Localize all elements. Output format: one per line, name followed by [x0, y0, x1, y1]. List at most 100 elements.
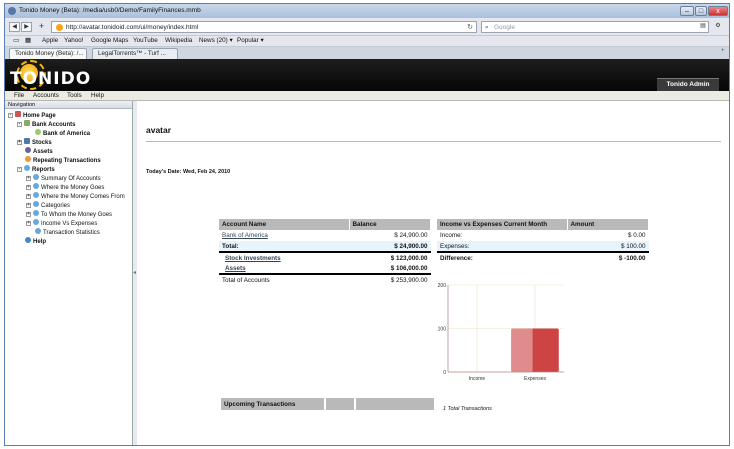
income-label: Income:: [440, 232, 463, 239]
bookmark-popular[interactable]: Popular ▾: [237, 36, 264, 46]
account-link[interactable]: Bank of America: [219, 230, 349, 241]
admin-button[interactable]: Tonido Admin: [657, 78, 719, 91]
account-link[interactable]: Assets: [219, 263, 349, 275]
nav-bank-accounts[interactable]: - Bank Accounts: [17, 120, 75, 129]
bookmark-wikipedia[interactable]: Wikipedia: [165, 36, 192, 46]
nav-report-income-expenses[interactable]: + Income Vs Expenses: [26, 219, 97, 228]
menu-help[interactable]: Help: [91, 91, 104, 101]
tab-tonido-money[interactable]: Tonido Money (Beta): /...: [9, 48, 87, 59]
nav-stocks[interactable]: + Stocks: [17, 138, 52, 147]
reader-icon[interactable]: ▭: [13, 36, 19, 46]
assets-icon: [25, 147, 31, 153]
bookmark-news[interactable]: News (20) ▾: [199, 36, 233, 46]
tools-menu-icon[interactable]: ⚙: [711, 22, 725, 32]
search-placeholder: Google: [494, 24, 515, 31]
col-blank-1: [325, 398, 356, 410]
expand-icon[interactable]: +: [26, 176, 31, 181]
url-bar[interactable]: http://avatar.tonidoid.com/ui/money/inde…: [51, 21, 477, 33]
collapse-icon[interactable]: -: [17, 122, 22, 127]
collapse-arrow-icon[interactable]: ◂: [133, 269, 136, 276]
add-bookmark-icon[interactable]: +: [36, 22, 47, 32]
chart-icon: [24, 138, 30, 144]
window-title: Tonido Money (Beta): /media/usb0/Demo/Fa…: [19, 7, 201, 14]
nav-repeating-transactions[interactable]: Repeating Transactions: [25, 156, 101, 165]
nav-help[interactable]: Help: [25, 237, 46, 246]
nav-report-categories[interactable]: + Categories: [26, 201, 70, 210]
expand-icon[interactable]: +: [26, 203, 31, 208]
difference-label: Difference:: [440, 254, 473, 262]
account-balance: $ 106,000.00: [349, 263, 431, 275]
nav-assets[interactable]: Assets: [25, 147, 53, 156]
nav-reports[interactable]: - Reports: [17, 165, 55, 174]
table-row: Difference: $ -100.00: [437, 252, 649, 263]
bookmark-yahoo[interactable]: Yahoo!: [64, 36, 84, 46]
nav-report-statistics[interactable]: Transaction Statistics: [35, 228, 100, 237]
url-text: http://avatar.tonidoid.com/ui/money/inde…: [66, 24, 199, 31]
collapse-icon[interactable]: -: [8, 113, 13, 118]
account-icon: [35, 129, 41, 135]
main-content: avatar Today's Date: Wed, Feb 24, 2010 A…: [137, 101, 729, 445]
col-amount: Amount: [567, 219, 649, 230]
expand-icon[interactable]: +: [26, 221, 31, 226]
expand-icon[interactable]: +: [26, 194, 31, 199]
close-button[interactable]: x: [708, 6, 728, 16]
nav-report-to-whom[interactable]: + To Whom the Money Goes: [26, 210, 112, 219]
total-label: Total:: [219, 241, 349, 253]
nav-home[interactable]: - Home Page: [8, 111, 56, 120]
y-tick-label: 100: [438, 327, 447, 333]
col-upcoming-transactions: Upcoming Transactions: [221, 398, 326, 410]
collapse-icon[interactable]: -: [17, 167, 22, 172]
bank-icon: [24, 120, 30, 126]
nav-report-money-comes[interactable]: + Where the Money Comes From: [26, 192, 125, 201]
total-accounts-label: Total of Accounts: [222, 276, 270, 284]
table-row: Expenses: $ 100.00: [437, 241, 649, 253]
account-balance: $ 24,900.00: [394, 232, 428, 239]
bookmark-youtube[interactable]: YouTube: [133, 36, 158, 46]
report-icon: [33, 219, 39, 225]
account-link[interactable]: Stock Investments: [219, 252, 349, 263]
expand-icon[interactable]: +: [26, 212, 31, 217]
menu-accounts[interactable]: Accounts: [33, 91, 59, 101]
bar-highlight: [511, 328, 533, 372]
firefox-icon: [8, 7, 16, 15]
back-button[interactable]: ◀: [9, 22, 20, 32]
table-row: Bank of America $ 24,900.00: [219, 230, 431, 241]
reload-icon[interactable]: ↻: [467, 22, 473, 33]
report-icon: [35, 228, 41, 234]
expand-icon[interactable]: +: [26, 185, 31, 190]
home-icon: [15, 111, 21, 117]
minimize-button[interactable]: –: [680, 6, 694, 16]
search-icon: ⌕: [485, 24, 489, 31]
report-icon: [33, 210, 39, 216]
menu-file[interactable]: File: [14, 91, 24, 101]
total-accounts-balance: $ 253,900.00: [390, 276, 428, 284]
reports-icon: [24, 165, 30, 171]
bookmarks-bar: ▭ ▦ Apple Yahoo! Google Maps YouTube Wik…: [5, 36, 729, 47]
table-row: Total of Accounts $ 253,900.00: [219, 274, 431, 285]
title-divider: [146, 141, 721, 142]
tab-legaltorrents[interactable]: LegalTorrents™ - Turf ...: [92, 48, 178, 59]
nav-bank-of-america[interactable]: Bank of America: [35, 129, 90, 138]
difference-amount: $ -100.00: [618, 254, 646, 262]
income-amount: $ 0.00: [627, 232, 646, 239]
income-expenses-chart: 0 100 200 Income Expenses: [438, 283, 564, 382]
menu-tools[interactable]: Tools: [67, 91, 82, 101]
table-header: Upcoming Transactions: [221, 398, 436, 410]
nav-report-money-goes[interactable]: + Where the Money Goes: [26, 183, 104, 192]
help-icon: [25, 237, 31, 243]
table-row: Assets $ 106,000.00: [219, 263, 431, 275]
expand-icon[interactable]: +: [17, 140, 22, 145]
account-balance: $ 123,000.00: [390, 254, 428, 262]
bookmark-apple[interactable]: Apple: [42, 36, 58, 46]
maximize-button[interactable]: □: [695, 6, 707, 16]
table-row: Income: $ 0.00: [437, 230, 649, 241]
nav-report-summary[interactable]: + Summary Of Accounts: [26, 174, 101, 183]
page-menu-icon[interactable]: ▤: [697, 22, 709, 32]
tonido-logo: TONIDO: [10, 60, 91, 90]
forward-button[interactable]: ▶: [21, 22, 32, 32]
repeat-icon: [25, 156, 31, 162]
new-tab-icon[interactable]: +: [721, 48, 725, 54]
search-input[interactable]: ⌕ Google: [481, 21, 709, 33]
grid-icon[interactable]: ▦: [25, 36, 31, 46]
bookmark-google-maps[interactable]: Google Maps: [91, 36, 128, 46]
